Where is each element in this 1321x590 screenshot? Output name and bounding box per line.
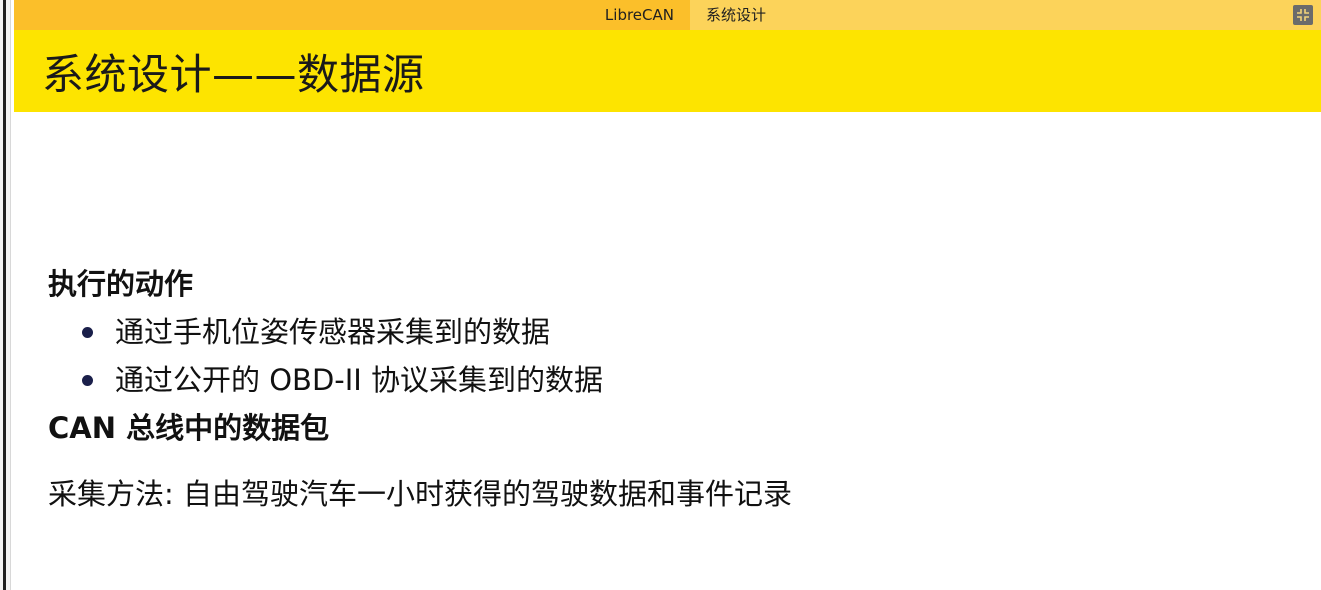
- bullet-dot-icon: [82, 326, 93, 338]
- headline-section-right[interactable]: 系统设计: [690, 0, 1321, 30]
- fullscreen-toggle-button[interactable]: [1293, 5, 1313, 25]
- fullscreen-icon: [1297, 9, 1309, 21]
- headline-presentation-title[interactable]: LibreCAN: [605, 0, 674, 30]
- heading-can-packets: CAN 总线中的数据包: [48, 411, 330, 445]
- list-item: 通过公开的 OBD-II 协议采集到的数据: [48, 356, 1298, 404]
- window-left-edge: [0, 0, 11, 590]
- frame-title-bar: 系统设计——数据源: [14, 30, 1321, 112]
- bullet-dot-icon: [82, 374, 93, 386]
- bullet-text: 通过公开的 OBD-II 协议采集到的数据: [115, 363, 604, 397]
- headline-section-title[interactable]: 系统设计: [706, 0, 766, 30]
- headline-section-left[interactable]: LibreCAN: [14, 0, 690, 30]
- list-item: 通过手机位姿传感器采集到的数据: [48, 308, 1298, 356]
- slide-headline: LibreCAN 系统设计: [14, 0, 1321, 30]
- slide: LibreCAN 系统设计 系统设计——数据源 执行的动作 通过手机位姿传感器采…: [14, 0, 1321, 590]
- presentation-window: LibreCAN 系统设计 系统设计——数据源 执行的动作 通过手机位姿传感器采…: [0, 0, 1321, 590]
- collection-method-text: 采集方法: 自由驾驶汽车一小时获得的驾驶数据和事件记录: [48, 477, 792, 511]
- bullet-text: 通过手机位姿传感器采集到的数据: [115, 315, 551, 349]
- frame-title: 系统设计——数据源: [42, 49, 425, 99]
- heading-actions: 执行的动作: [48, 267, 194, 301]
- slide-content: 执行的动作 通过手机位姿传感器采集到的数据 通过公开的 OBD-II 协议采集到…: [48, 260, 1298, 518]
